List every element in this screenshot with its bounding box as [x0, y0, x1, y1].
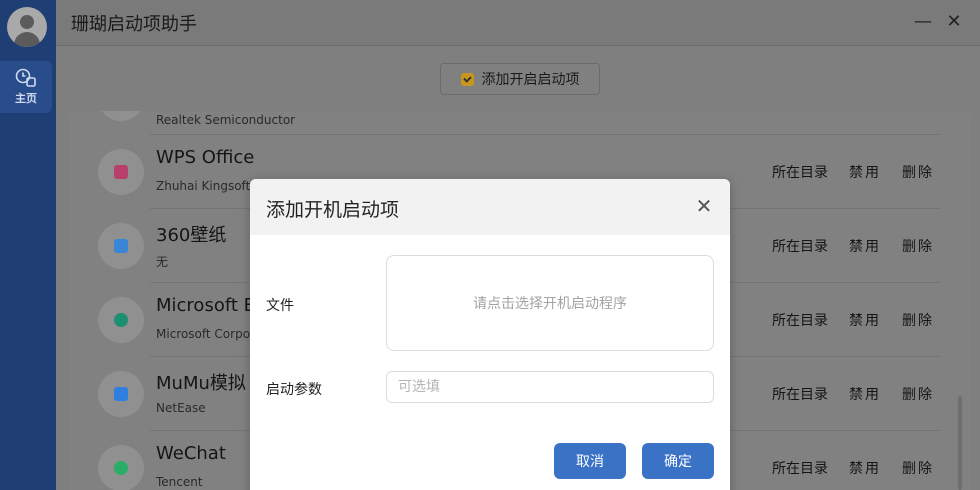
- startup-params-input[interactable]: [386, 371, 714, 403]
- home-clock-icon: [15, 68, 36, 87]
- file-picker-placeholder: 请点击选择开机启动程序: [473, 296, 627, 312]
- app-name: WPS Office: [156, 147, 255, 168]
- sidebar-item-label: 主页: [15, 92, 37, 105]
- app-icon: [98, 111, 144, 121]
- minimize-button[interactable]: —: [912, 11, 934, 33]
- title-bar: 珊瑚启动项助手 — ✕: [56, 0, 980, 46]
- dialog-close-icon[interactable]: ✕: [694, 196, 714, 216]
- delete-button[interactable]: 删除: [902, 384, 934, 404]
- delete-button[interactable]: 删除: [902, 236, 934, 256]
- add-startup-item-label: 添加开启启动项: [481, 72, 580, 88]
- wechat-logo-icon: [114, 461, 128, 475]
- app-publisher: NetEase: [156, 401, 206, 415]
- app-name: WeChat: [156, 443, 226, 464]
- open-directory-button[interactable]: 所在目录: [772, 384, 828, 404]
- open-directory-button[interactable]: 所在目录: [772, 458, 828, 478]
- app-publisher: 无: [156, 255, 169, 269]
- app-name: Microsoft E: [156, 295, 256, 316]
- avatar[interactable]: [7, 7, 47, 47]
- add-startup-item-button[interactable]: 添加开启启动项: [440, 63, 600, 95]
- param-label: 启动参数: [266, 382, 322, 398]
- delete-button[interactable]: 删除: [902, 310, 934, 330]
- app-publisher: Microsoft Corpo: [156, 327, 251, 341]
- disable-button[interactable]: 禁用: [849, 162, 881, 182]
- app-publisher: Tencent: [156, 475, 203, 489]
- delete-button[interactable]: 删除: [902, 162, 934, 182]
- mumu-logo-icon: [114, 387, 128, 401]
- list-item: Realtek Semiconductor: [70, 111, 970, 135]
- file-picker[interactable]: 请点击选择开机启动程序: [386, 255, 714, 351]
- dialog-header: 添加开机启动项 ✕: [250, 179, 730, 235]
- sidebar: 主页: [0, 0, 56, 490]
- sidebar-item-home[interactable]: 主页: [0, 61, 52, 113]
- delete-button[interactable]: 删除: [902, 458, 934, 478]
- list-scrollbar[interactable]: [958, 396, 962, 490]
- mumu-app-icon: [98, 371, 144, 417]
- disable-button[interactable]: 禁用: [849, 236, 881, 256]
- check-badge-icon: [460, 72, 474, 86]
- wps-app-icon: [98, 149, 144, 195]
- disable-button[interactable]: 禁用: [849, 458, 881, 478]
- app-publisher: Zhuhai Kingsoft: [156, 179, 251, 193]
- app-title: 珊瑚启动项助手: [71, 14, 197, 35]
- edge-app-icon: [98, 297, 144, 343]
- edge-logo-icon: [114, 313, 128, 327]
- dialog-title: 添加开机启动项: [266, 199, 400, 221]
- avatar-head: [20, 15, 34, 29]
- app-name: 360壁纸: [156, 225, 227, 246]
- cancel-button[interactable]: 取消: [554, 443, 626, 479]
- open-directory-button[interactable]: 所在目录: [772, 162, 828, 182]
- wallpaper-app-icon: [98, 223, 144, 269]
- app-publisher: Realtek Semiconductor: [156, 113, 296, 127]
- avatar-body: [14, 32, 40, 47]
- disable-button[interactable]: 禁用: [849, 310, 881, 330]
- open-directory-button[interactable]: 所在目录: [772, 236, 828, 256]
- wallpaper-logo-icon: [114, 239, 128, 253]
- app-name: MuMu模拟: [156, 373, 246, 394]
- disable-button[interactable]: 禁用: [849, 384, 881, 404]
- wechat-app-icon: [98, 445, 144, 490]
- open-directory-button[interactable]: 所在目录: [772, 310, 828, 330]
- wps-logo-icon: [114, 165, 128, 179]
- confirm-button[interactable]: 确定: [642, 443, 714, 479]
- add-startup-dialog: 添加开机启动项 ✕ 文件 请点击选择开机启动程序 启动参数 取消 确定: [250, 179, 730, 490]
- window-close-button[interactable]: ✕: [943, 11, 965, 33]
- file-label: 文件: [266, 298, 294, 314]
